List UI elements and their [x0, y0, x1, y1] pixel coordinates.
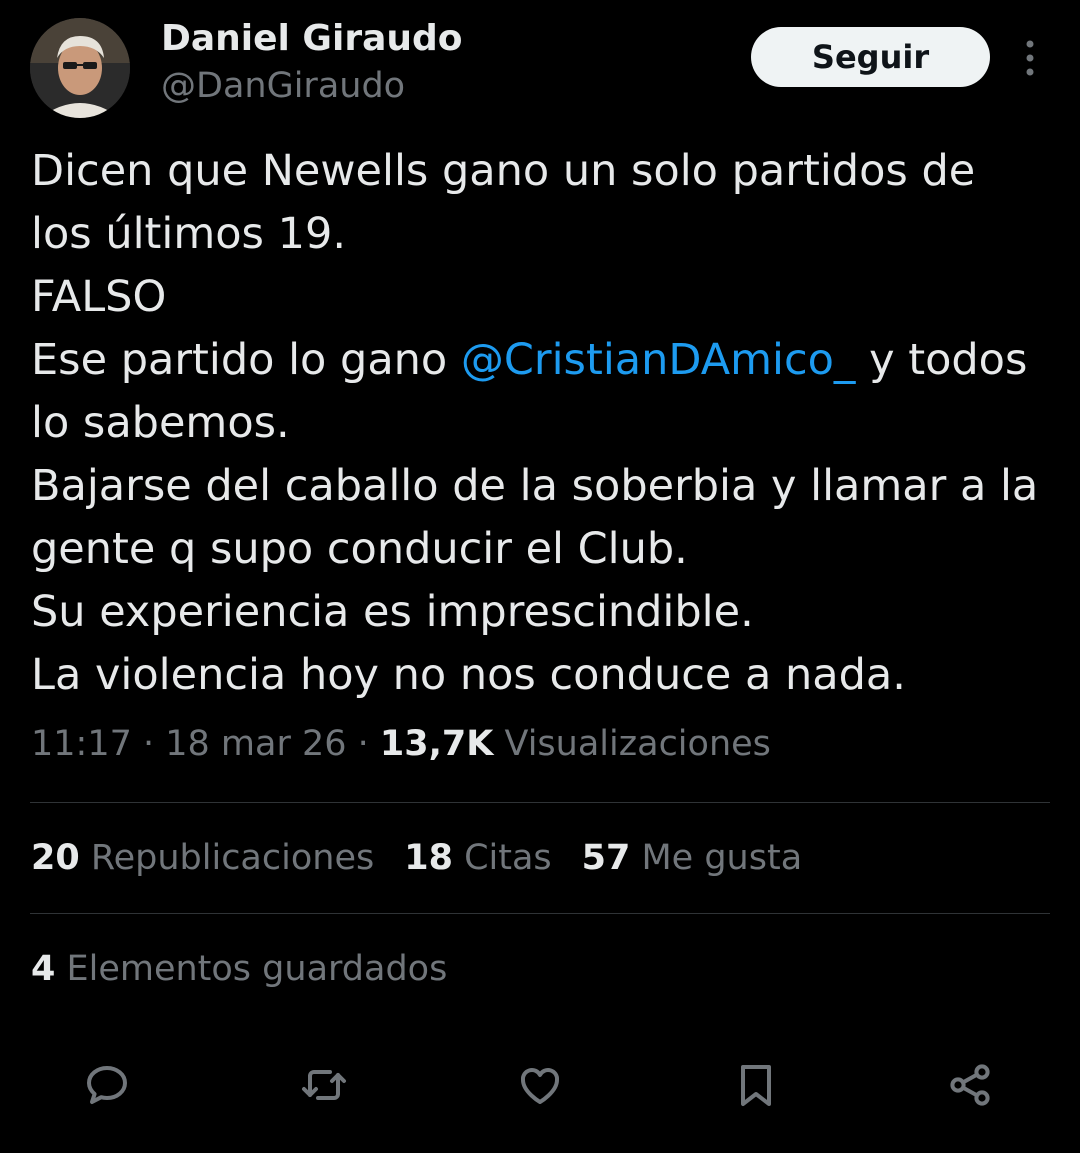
share-icon[interactable]	[945, 1060, 995, 1110]
author-handle[interactable]: @DanGiraudo	[161, 66, 405, 106]
views-count: 13,7K	[379, 724, 494, 764]
follow-button[interactable]: Seguir	[751, 27, 990, 87]
tweet-line: Su experiencia es imprescindible.	[31, 587, 754, 637]
quotes-label: Citas	[452, 838, 552, 878]
meta-separator: ·	[346, 724, 380, 764]
repost-icon[interactable]	[299, 1060, 349, 1110]
tweet-line: Ese partido lo gano @CristianDAmico_ y t…	[31, 329, 1061, 392]
tweet-line: Dicen que Newells gano un solo partidos …	[31, 146, 976, 196]
bookmarks-label: Elementos guardados	[55, 949, 448, 989]
tweet-line: La violencia hoy no nos conduce a nada.	[31, 650, 906, 700]
tweet-line-text: y todos	[855, 335, 1028, 385]
author-name[interactable]: Daniel Giraudo	[161, 18, 463, 59]
like-icon[interactable]	[515, 1060, 565, 1110]
quotes-count: 18	[404, 838, 453, 878]
meta-separator: ·	[131, 724, 166, 764]
tweet-line: los últimos 19.	[31, 209, 346, 259]
quotes-stat[interactable]: 18 Citas	[404, 838, 551, 878]
tweet-line: lo sabemos.	[31, 398, 290, 448]
bookmarks-count: 4	[31, 949, 56, 989]
reposts-count: 20	[31, 838, 80, 878]
likes-count: 57	[581, 838, 631, 878]
engagement-stats: 20 Republicaciones 18 Citas 57 Me gusta	[31, 838, 832, 878]
tweet-line: FALSO	[31, 272, 167, 322]
divider	[30, 913, 1050, 914]
follow-button-label: Seguir	[811, 38, 930, 76]
reposts-stat[interactable]: 20 Republicaciones	[31, 838, 374, 878]
divider	[30, 802, 1050, 803]
tweet-date[interactable]: 18 mar 26	[165, 724, 346, 764]
reposts-label: Republicaciones	[79, 838, 375, 878]
reply-icon[interactable]	[82, 1060, 132, 1110]
tweet-meta: 11:17 · 18 mar 26 · 13,7K Visualizacione…	[31, 724, 771, 764]
likes-stat[interactable]: 57 Me gusta	[582, 838, 803, 878]
tweet-line-text: Ese partido lo gano	[31, 335, 461, 385]
mention-link[interactable]: @CristianDAmico_	[461, 335, 856, 385]
bookmark-icon[interactable]	[731, 1060, 781, 1110]
views-label: Visualizaciones	[493, 724, 771, 764]
tweet-line: Bajarse del caballo de la soberbia y lla…	[31, 461, 1039, 511]
bookmarks-stat: 4 Elementos guardados	[31, 949, 447, 989]
tweet-time[interactable]: 11:17	[31, 724, 132, 764]
tweet-text: Dicen que Newells gano un solo partidos …	[31, 140, 1061, 707]
tweet-line: gente q supo conducir el Club.	[31, 524, 688, 574]
more-vertical-icon[interactable]	[1015, 36, 1045, 80]
avatar[interactable]	[30, 18, 130, 118]
likes-label: Me gusta	[630, 838, 803, 878]
